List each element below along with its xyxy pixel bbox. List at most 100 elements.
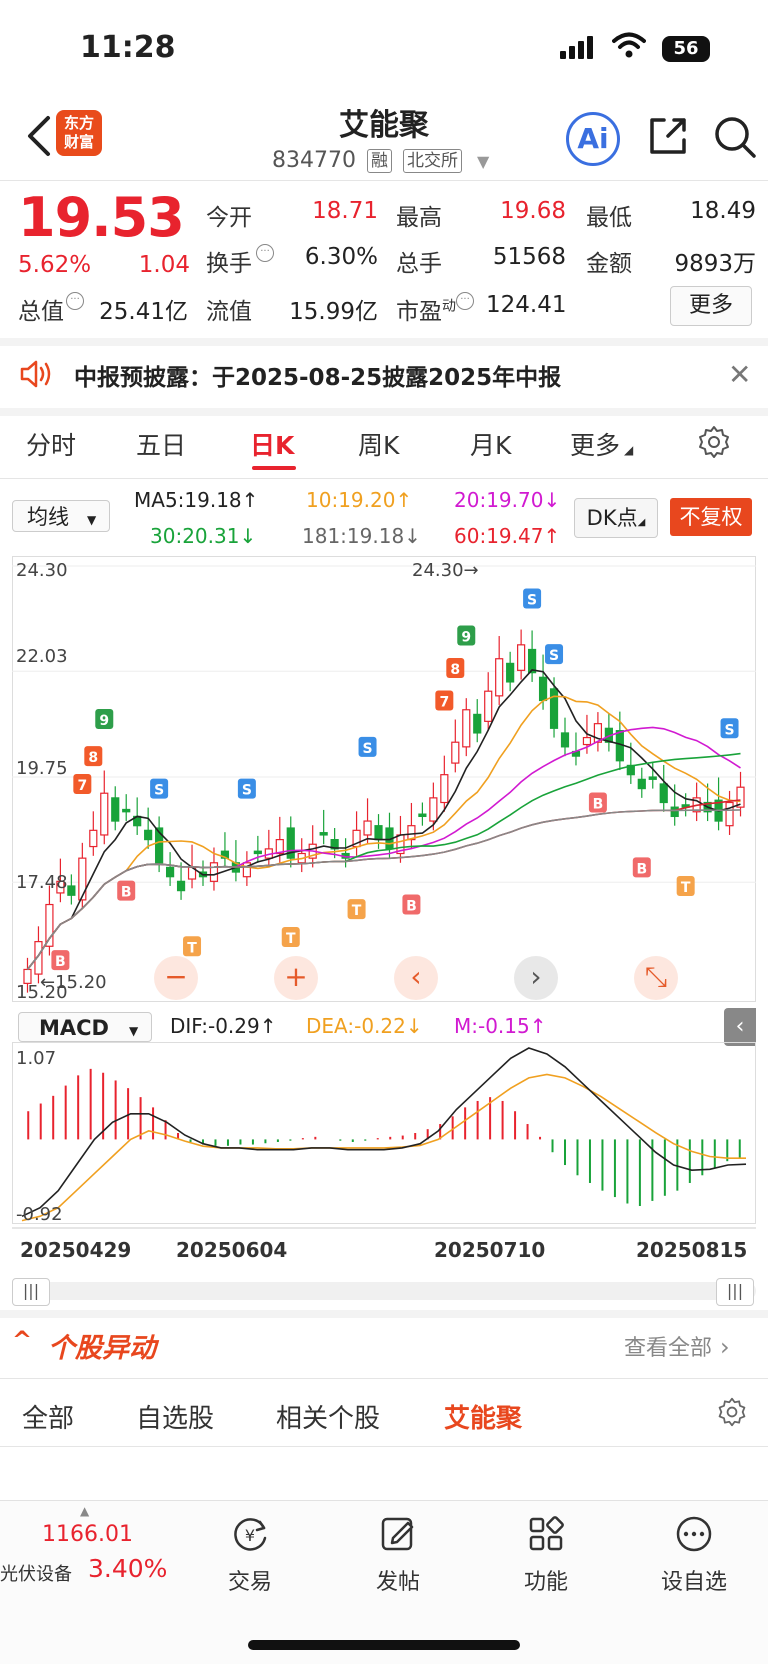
candle-body (67, 885, 76, 896)
m-value: M:-0.15↑ (454, 1014, 547, 1038)
collapse-panel-icon[interactable]: ‹ (724, 1008, 756, 1046)
search-icon[interactable] (712, 114, 758, 160)
ai-assistant-icon[interactable]: Ai (566, 112, 620, 166)
tab-weekly-k[interactable]: 周K (358, 426, 399, 462)
zoom-out-button[interactable]: − (154, 956, 198, 1000)
tabs-divider (0, 478, 768, 479)
candle-body (418, 813, 427, 818)
gear-icon[interactable] (716, 1396, 748, 1428)
subtab-all[interactable]: 全部 (22, 1398, 74, 1435)
x-tick-label: 20250429 (20, 1238, 132, 1262)
candle-body (429, 797, 438, 822)
chevron-down-icon: ▼ (476, 152, 490, 171)
more-button[interactable]: 更多 (670, 286, 752, 326)
wifi-icon (612, 32, 646, 58)
macd-chart[interactable] (12, 1042, 756, 1224)
candle-body (473, 713, 482, 734)
dk-point-button[interactable]: DK点◢ (574, 498, 658, 538)
no-adjust-button[interactable]: 不复权 (670, 498, 752, 536)
y-tick-label: 24.30 (16, 560, 68, 581)
edit-icon (381, 1517, 414, 1551)
tab-daily-k[interactable]: 日K (250, 426, 294, 462)
subtab-current-stock[interactable]: 艾能聚 (444, 1398, 522, 1435)
candle-body (582, 736, 592, 746)
nav-post[interactable]: 发帖 (338, 1514, 458, 1596)
signal-marker-label: 8 (450, 662, 460, 678)
scroll-left-button[interactable]: ‹ (394, 956, 438, 1000)
ma181-value: 181:19.18↓ (302, 524, 421, 548)
range-scrollbar[interactable] (12, 1282, 756, 1300)
turnover-label: 换手 ··· (206, 244, 274, 278)
signal-marker-label: 9 (99, 713, 109, 729)
dea-line (21, 1073, 746, 1222)
see-all-link[interactable]: 查看全部 › (624, 1330, 730, 1362)
signal-marker-label: 7 (77, 778, 87, 794)
tab-intraday[interactable]: 分时 (26, 426, 76, 462)
macd-indicator-select[interactable]: MACD ▼ (18, 1012, 152, 1042)
margin-tag: 融 (366, 149, 392, 173)
nav-add-watchlist[interactable]: 设自选 (634, 1514, 754, 1596)
signal-marker-label: S (362, 741, 372, 757)
signal-marker-label: B (636, 861, 647, 877)
ma-line-20 (26, 726, 741, 970)
candle-body (440, 774, 449, 804)
share-icon[interactable] (646, 114, 690, 158)
section-spacer (0, 338, 768, 346)
candle-body (45, 903, 54, 947)
kline-chart[interactable]: 789S SS789SSSBBTTT BBBT (12, 556, 756, 1002)
x-tick-label: 20250604 (176, 1238, 288, 1262)
signal-marker-label: 8 (88, 750, 98, 766)
sector-name[interactable]: 光伏设备 (0, 1560, 72, 1586)
candle-body (637, 778, 646, 790)
nav-trade[interactable]: ¥ 交易 (190, 1514, 310, 1596)
info-icon[interactable]: ··· (256, 244, 274, 262)
x-tick-label: 20250710 (434, 1238, 546, 1262)
stock-code-row[interactable]: 834770 融 北交所 ▼ (272, 148, 489, 173)
candle-body (165, 866, 175, 878)
candle-body (374, 825, 383, 841)
close-icon[interactable]: ✕ (728, 358, 751, 391)
tab-more[interactable]: 更多 ◢ (570, 426, 633, 462)
range-handle-left[interactable]: ||| (12, 1278, 50, 1306)
signal-marker-label: 7 (439, 694, 449, 710)
nav-functions[interactable]: 功能 (486, 1514, 606, 1596)
header-divider (0, 180, 768, 181)
open-label: 今开 (206, 205, 252, 231)
info-icon[interactable]: ··· (456, 292, 474, 310)
pe-label: 市盈动 ··· (396, 292, 474, 326)
candle-body (484, 690, 493, 722)
candle-body (549, 688, 559, 729)
signal-marker-label: B (406, 899, 417, 915)
dif-value: DIF:-0.29↑ (170, 1014, 277, 1038)
stock-code: 834770 (272, 148, 356, 173)
signal-marker-label: B (121, 885, 132, 901)
gear-icon[interactable] (696, 424, 732, 460)
tab-five-day[interactable]: 五日 (136, 426, 186, 462)
ma-indicator-select[interactable]: 均线 ▼ (12, 500, 110, 532)
grid-icon (529, 1516, 564, 1551)
signal-marker-label: S (549, 648, 559, 664)
sector-change-pct: 3.40% (88, 1554, 168, 1583)
section-spacer (0, 1310, 768, 1318)
sector-index-value[interactable]: 1166.01 (42, 1522, 133, 1547)
scroll-right-button[interactable]: › (514, 956, 558, 1000)
info-icon[interactable]: ··· (66, 292, 84, 310)
signal-marker-label: T (352, 903, 362, 919)
change-amount: 1.04 (138, 252, 190, 278)
tab-monthly-k[interactable]: 月K (470, 426, 511, 462)
candle-body (89, 829, 98, 848)
min-price-annotation: ←15.20 (40, 972, 107, 993)
range-handle-right[interactable]: ||| (716, 1278, 754, 1306)
amount-value: 9893万 (674, 251, 756, 277)
subtab-watchlist[interactable]: 自选股 (136, 1398, 214, 1435)
fullscreen-icon[interactable]: ⤡ (634, 956, 678, 1000)
zoom-in-button[interactable]: + (274, 956, 318, 1000)
signal-marker-label: S (242, 783, 252, 799)
candle-body (122, 808, 131, 813)
subtab-divider (0, 1446, 768, 1447)
chevron-up-icon[interactable]: ^ (12, 1326, 32, 1354)
active-tab-indicator (252, 466, 296, 470)
notice-text[interactable]: 中报预披露：于2025-08-25披露2025年中报 (74, 358, 561, 392)
section-divider (0, 1378, 768, 1379)
subtab-related[interactable]: 相关个股 (276, 1398, 380, 1435)
